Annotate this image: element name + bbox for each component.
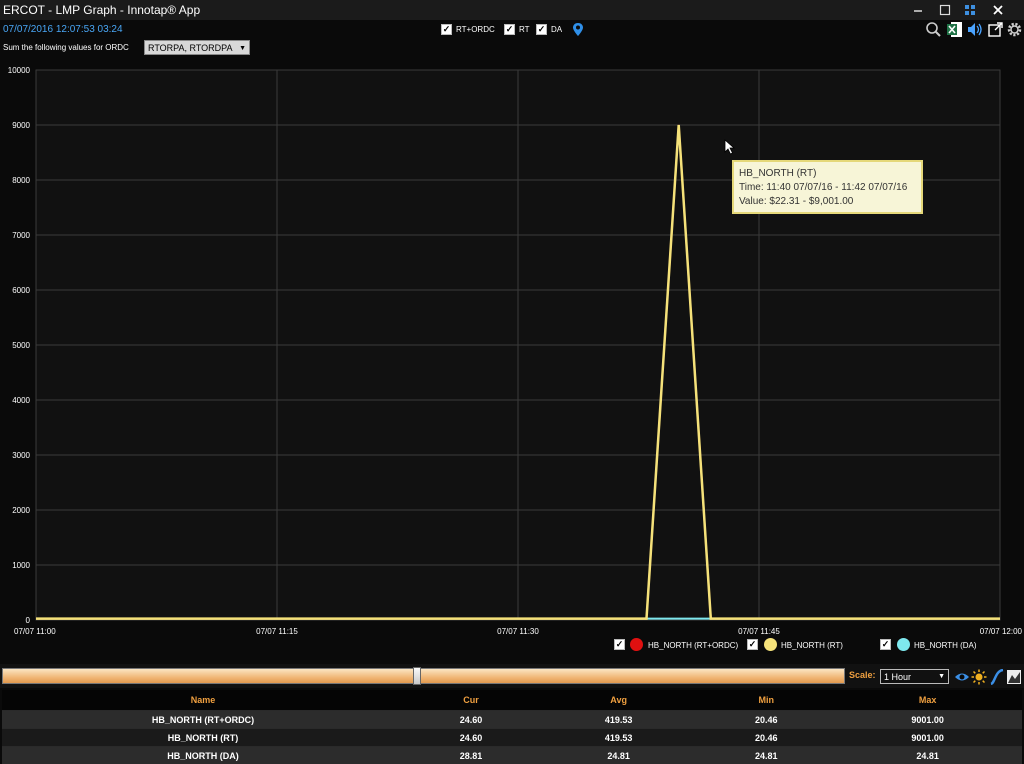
- close-icon[interactable]: [986, 0, 1010, 20]
- excel-export-icon[interactable]: [946, 21, 963, 38]
- y-tick-label: 2000: [12, 506, 30, 515]
- cell-min: 20.46: [699, 729, 833, 747]
- table-row[interactable]: HB_NORTH (RT) 24.60 419.53 20.46 9001.00: [2, 729, 1022, 747]
- lmp-chart[interactable]: 0 1000 2000 3000 4000 5000 6000 7000 8000 9000 100…: [0, 64, 1024, 664]
- scale-label: Scale:: [849, 670, 876, 680]
- toggle-da-checkbox[interactable]: ✓: [536, 24, 547, 35]
- search-icon[interactable]: [925, 21, 942, 38]
- y-tick-label: 6000: [12, 286, 30, 295]
- col-header-name[interactable]: Name: [2, 690, 404, 711]
- cell-name: HB_NORTH (RT+ORDC): [2, 711, 404, 729]
- sun-icon[interactable]: [971, 669, 987, 685]
- col-header-avg[interactable]: Avg: [538, 690, 699, 711]
- toggle-da-label: DA: [551, 25, 562, 34]
- toggle-rt-ordc-label: RT+ORDC: [456, 25, 495, 34]
- y-tick-label: 4000: [12, 396, 30, 405]
- x-tick-label: 07/07 11:30: [497, 627, 539, 636]
- col-header-max[interactable]: Max: [833, 690, 1022, 711]
- y-tick-label: 7000: [12, 231, 30, 240]
- cell-name: HB_NORTH (DA): [2, 747, 404, 764]
- cell-cur: 24.60: [404, 711, 538, 729]
- ordc-select[interactable]: RTORPA, RTORDPA ▼: [144, 40, 250, 55]
- cell-cur: 24.60: [404, 729, 538, 747]
- y-tick-label: 8000: [12, 176, 30, 185]
- table-row[interactable]: HB_NORTH (RT+ORDC) 24.60 419.53 20.46 90…: [2, 711, 1022, 729]
- cell-avg: 419.53: [538, 729, 699, 747]
- legend-rt-label: HB_NORTH (RT): [781, 641, 843, 650]
- window-title: ERCOT - LMP Graph - Innotap® App: [3, 3, 200, 17]
- legend-da-checkbox[interactable]: ✓: [880, 639, 891, 650]
- x-tick-label: 07/07 11:15: [256, 627, 298, 636]
- ordc-label: Sum the following values for ORDC: [3, 43, 129, 52]
- y-tick-label: 0: [26, 616, 31, 625]
- col-header-cur[interactable]: Cur: [404, 690, 538, 711]
- x-tick-label: 07/07 12:00: [980, 627, 1023, 636]
- speaker-icon[interactable]: [966, 21, 983, 38]
- col-header-min[interactable]: Min: [699, 690, 833, 711]
- legend-da-label: HB_NORTH (DA): [914, 641, 977, 650]
- map-pin-icon[interactable]: [572, 22, 584, 38]
- time-range-slider[interactable]: [2, 668, 845, 684]
- cell-avg: 419.53: [538, 711, 699, 729]
- cell-cur: 28.81: [404, 747, 538, 764]
- maximize-icon[interactable]: [933, 0, 957, 20]
- snap-layout-icon[interactable]: [958, 0, 982, 20]
- mouse-cursor-icon: [724, 139, 736, 155]
- legend-rt-ordc-swatch: [630, 638, 643, 651]
- cell-max: 24.81: [833, 747, 1022, 764]
- scale-select[interactable]: 1 Hour ▼: [880, 669, 949, 684]
- legend-rt-ordc-checkbox[interactable]: ✓: [614, 639, 625, 650]
- cell-min: 20.46: [699, 711, 833, 729]
- legend-rt-ordc-label: HB_NORTH (RT+ORDC): [648, 641, 738, 650]
- curve-icon[interactable]: [989, 669, 1005, 685]
- table-row[interactable]: HB_NORTH (DA) 28.81 24.81 24.81 24.81: [2, 747, 1022, 764]
- minimize-icon[interactable]: [906, 0, 930, 20]
- y-tick-label: 5000: [12, 341, 30, 350]
- chevron-down-icon: ▼: [938, 670, 945, 684]
- y-tick-label: 9000: [12, 121, 30, 130]
- cell-max: 9001.00: [833, 711, 1022, 729]
- chart-tooltip: HB_NORTH (RT) Time: 11:40 07/07/16 - 11:…: [732, 160, 923, 214]
- tooltip-time: Time: 11:40 07/07/16 - 11:42 07/07/16: [739, 181, 916, 195]
- eye-icon[interactable]: [954, 669, 970, 685]
- gear-icon[interactable]: [1006, 21, 1023, 38]
- cell-avg: 24.81: [538, 747, 699, 764]
- x-tick-label: 07/07 11:00: [14, 627, 56, 636]
- cell-name: HB_NORTH (RT): [2, 729, 404, 747]
- scale-select-value: 1 Hour: [884, 672, 911, 682]
- cell-min: 24.81: [699, 747, 833, 764]
- stats-table: Name Cur Avg Min Max HB_NORTH (RT+ORDC) …: [2, 690, 1022, 764]
- toggle-rt-ordc-checkbox[interactable]: ✓: [441, 24, 452, 35]
- cell-max: 9001.00: [833, 729, 1022, 747]
- ordc-select-value: RTORPA, RTORDPA: [148, 43, 233, 53]
- toggle-rt-checkbox[interactable]: ✓: [504, 24, 515, 35]
- y-tick-label: 3000: [12, 451, 30, 460]
- chevron-down-icon: ▼: [239, 41, 246, 56]
- slider-thumb[interactable]: [413, 667, 421, 685]
- legend-da-swatch: [897, 638, 910, 651]
- table-header-row: Name Cur Avg Min Max: [2, 690, 1022, 711]
- tooltip-title: HB_NORTH (RT): [739, 167, 916, 181]
- toggle-rt-label: RT: [519, 25, 530, 34]
- popout-icon[interactable]: [987, 21, 1004, 38]
- tooltip-value: Value: $22.31 - $9,001.00: [739, 195, 916, 209]
- chart-icon[interactable]: [1006, 669, 1022, 685]
- y-tick-label: 1000: [12, 561, 30, 570]
- x-tick-label: 07/07 11:45: [738, 627, 780, 636]
- legend-rt-swatch: [764, 638, 777, 651]
- y-tick-label: 10000: [8, 66, 31, 75]
- legend-rt-checkbox[interactable]: ✓: [747, 639, 758, 650]
- timestamp: 07/07/2016 12:07:53 03:24: [3, 24, 123, 35]
